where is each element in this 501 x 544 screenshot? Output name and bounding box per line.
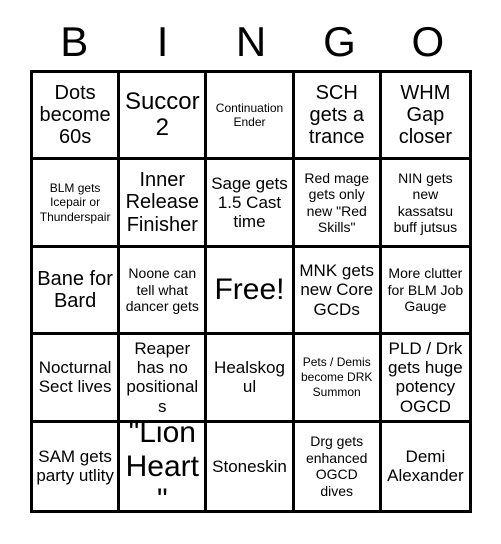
bingo-cell[interactable]: Free! xyxy=(207,247,295,336)
bingo-cell-label: Dots become 60s xyxy=(39,81,111,149)
bingo-cell[interactable]: Demi Alexander xyxy=(381,422,469,510)
bingo-cell-label: "Lion Heart" xyxy=(125,422,199,510)
bingo-cell-label: More clutter for BLM Job Gauge xyxy=(387,265,464,315)
bingo-cell[interactable]: Continuation Ender xyxy=(207,73,295,161)
bingo-cell-label: WHM Gap closer xyxy=(398,81,453,149)
bingo-cell[interactable]: Inner Release Finisher xyxy=(120,160,208,248)
bingo-cell-label: Noone can tell what dancer gets xyxy=(125,265,199,315)
bingo-cell[interactable]: Stoneskin xyxy=(207,422,295,510)
bingo-cell-label: Continuation Ender xyxy=(215,100,284,130)
bingo-grid: Dots become 60s Succor 2 Continuation Ende… xyxy=(30,70,472,513)
bingo-cell-label: NIN gets new kassatsu buff jutsus xyxy=(393,169,458,236)
bingo-cell[interactable]: Reaper has no positionals xyxy=(120,335,208,423)
bingo-header-letter-b: B xyxy=(60,18,89,65)
bingo-cell-label: SAM gets party utlity xyxy=(36,446,114,486)
bingo-cell-label: Succor 2 xyxy=(124,87,200,142)
bingo-cell-label: Free! xyxy=(214,273,285,307)
bingo-cell-label: BLM gets Icepair or Thunderspair xyxy=(39,180,111,224)
bingo-header-letter-n: N xyxy=(235,18,267,65)
bingo-cell[interactable]: Dots become 60s xyxy=(33,73,121,161)
bingo-header-row: B I N G O xyxy=(30,14,472,70)
bingo-cell-label: Reaper has no positionals xyxy=(126,338,199,416)
bingo-cell[interactable]: WHM Gap closer xyxy=(381,73,469,161)
bingo-cell[interactable]: Noone can tell what dancer gets xyxy=(120,247,208,336)
bingo-cell-label: Sage gets 1.5 Cast time xyxy=(211,173,288,232)
bingo-cell[interactable]: "Lion Heart" xyxy=(120,422,208,510)
bingo-cell-label: Bane for Bard xyxy=(37,267,113,312)
bingo-cell[interactable]: Succor 2 xyxy=(120,73,208,161)
bingo-cell-label: Healskogul xyxy=(214,358,285,397)
bingo-cell-label: Pets / Demis become DRK Summon xyxy=(301,355,373,399)
bingo-cell-label: Demi Alexander xyxy=(387,446,464,486)
bingo-cell[interactable]: Red mage gets only new "Red Skills" xyxy=(294,160,382,248)
bingo-cell[interactable]: Pets / Demis become DRK Summon xyxy=(294,335,382,423)
bingo-cell-label: SCH gets a trance xyxy=(308,81,365,149)
bingo-cell[interactable]: Nocturnal Sect lives xyxy=(33,335,121,423)
bingo-cell-label: MNK gets new Core GCDs xyxy=(299,260,375,319)
bingo-header-letter-o: O xyxy=(411,18,445,65)
bingo-cell[interactable]: More clutter for BLM Job Gauge xyxy=(381,247,469,336)
bingo-cell-label: Drg gets enhanced OGCD dives xyxy=(305,433,368,499)
bingo-cell[interactable]: SCH gets a trance xyxy=(294,73,382,161)
bingo-cell[interactable]: PLD / Drk gets huge potency OGCD xyxy=(381,335,469,423)
bingo-cell[interactable]: Sage gets 1.5 Cast time xyxy=(207,160,295,248)
bingo-cell[interactable]: NIN gets new kassatsu buff jutsus xyxy=(381,160,469,248)
bingo-card: B I N G O Dots become 60s Succor 2 Continu… xyxy=(0,0,501,544)
bingo-cell-label: Nocturnal Sect lives xyxy=(38,358,112,397)
bingo-cell[interactable]: SAM gets party utlity xyxy=(33,422,121,510)
bingo-cell-label: Red mage gets only new "Red Skills" xyxy=(304,169,369,236)
bingo-cell[interactable]: Drg gets enhanced OGCD dives xyxy=(294,422,382,510)
bingo-cell[interactable]: Healskogul xyxy=(207,335,295,423)
bingo-cell-label: Inner Release Finisher xyxy=(125,169,199,236)
bingo-cell[interactable]: BLM gets Icepair or Thunderspair xyxy=(33,160,121,248)
bingo-header-letter-i: I xyxy=(156,18,169,65)
bingo-cell-label: Stoneskin xyxy=(212,456,287,476)
bingo-header-letter-g: G xyxy=(323,18,356,65)
bingo-cell[interactable]: Bane for Bard xyxy=(33,247,121,336)
bingo-cell-label: PLD / Drk gets huge potency OGCD xyxy=(388,338,463,416)
bingo-cell[interactable]: MNK gets new Core GCDs xyxy=(294,247,382,336)
